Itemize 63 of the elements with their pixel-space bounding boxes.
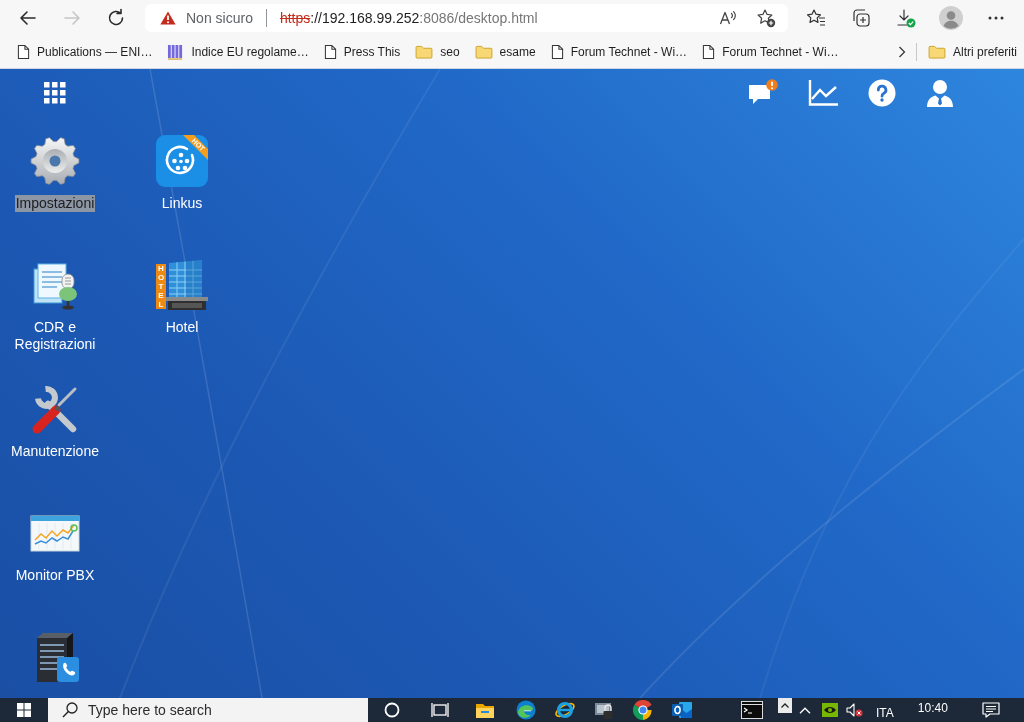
segmented-circle-icon[interactable] bbox=[632, 700, 653, 720]
bookmark-item[interactable]: Indice EU regolame… bbox=[164, 40, 312, 64]
notification-icon[interactable] bbox=[981, 702, 1000, 718]
star-plus-icon[interactable] bbox=[756, 8, 776, 28]
warning-icon bbox=[160, 11, 176, 25]
avatar-icon[interactable] bbox=[938, 6, 963, 30]
circle-icon[interactable] bbox=[384, 702, 400, 718]
chevron-up-icon[interactable] bbox=[799, 706, 811, 714]
favorites-icon[interactable] bbox=[805, 8, 826, 28]
ringed-circle-icon[interactable] bbox=[553, 700, 576, 720]
book-icon bbox=[167, 44, 185, 60]
clock-time[interactable]: 10:40 bbox=[917, 701, 948, 715]
bookmark-item[interactable]: Forum Technet - Wi… bbox=[547, 40, 691, 64]
reload-icon[interactable] bbox=[106, 8, 126, 28]
address-bar[interactable]: Non sicuro https://192.168.99.252:8086/desktop.html bbox=[145, 4, 788, 32]
building-icon[interactable] bbox=[156, 259, 208, 311]
help-icon[interactable] bbox=[868, 79, 896, 107]
app-label[interactable]: Linkus bbox=[160, 195, 204, 212]
more-icon[interactable] bbox=[987, 16, 1004, 20]
page-icon bbox=[17, 44, 30, 60]
task-view-icon[interactable] bbox=[431, 702, 449, 718]
eye-tile-icon[interactable] bbox=[822, 703, 838, 717]
chevron-right-icon[interactable] bbox=[898, 46, 906, 58]
caret-up-icon[interactable] bbox=[778, 698, 792, 713]
phone-tile-icon[interactable] bbox=[156, 135, 208, 187]
page-icon bbox=[550, 44, 564, 60]
app-grid-icon[interactable] bbox=[44, 82, 66, 104]
bookmark-item[interactable]: seo bbox=[412, 40, 463, 64]
bookmark-item[interactable]: Forum Technet - Wi… bbox=[699, 40, 842, 64]
app-label[interactable]: Hotel bbox=[164, 319, 200, 336]
taskbar-search-field[interactable]: Type here to search bbox=[48, 698, 368, 722]
windows-logo-icon[interactable] bbox=[17, 703, 31, 717]
folder-icon bbox=[474, 45, 493, 59]
back-arrow-icon[interactable] bbox=[18, 8, 38, 28]
bookmark-item[interactable]: esame bbox=[471, 40, 539, 64]
url-text: https://192.168.99.252:8086/desktop.html bbox=[279, 8, 538, 28]
page-icon bbox=[323, 44, 337, 60]
folder-icon bbox=[415, 45, 434, 59]
sign-label: HOTEL bbox=[156, 264, 166, 309]
app-label[interactable]: CDR e Registrazioni bbox=[0, 319, 110, 353]
security-warning-button[interactable]: Non sicuro bbox=[160, 7, 253, 29]
envelope-tile-icon[interactable] bbox=[671, 700, 692, 720]
search-icon bbox=[62, 702, 78, 718]
collections-icon[interactable] bbox=[850, 8, 871, 28]
user-icon[interactable] bbox=[926, 79, 954, 107]
language-indicator[interactable]: ITA bbox=[876, 706, 894, 720]
download-check-icon[interactable] bbox=[895, 8, 916, 28]
app-label[interactable]: Manutenzione bbox=[10, 443, 100, 460]
swirl-icon[interactable] bbox=[515, 700, 536, 720]
bookmark-item[interactable]: Publications — ENI… bbox=[14, 40, 156, 64]
page-icon bbox=[702, 44, 716, 60]
app-label[interactable]: Monitor PBX bbox=[14, 567, 96, 584]
chat-alert-icon[interactable] bbox=[748, 79, 778, 107]
line-chart-icon[interactable] bbox=[808, 80, 838, 106]
bookmark-item[interactable]: Press This bbox=[320, 40, 404, 64]
folder-icon bbox=[928, 45, 946, 59]
other-bookmarks-folder[interactable]: Altri preferiti bbox=[925, 40, 1020, 64]
speaker-muted-icon[interactable] bbox=[845, 703, 863, 717]
padlock-app-icon[interactable] bbox=[593, 700, 614, 720]
app-label[interactable]: Impostazioni bbox=[14, 195, 96, 212]
folder-icon[interactable] bbox=[475, 701, 495, 719]
terminal-icon[interactable] bbox=[741, 701, 763, 719]
gear-icon[interactable] bbox=[29, 135, 81, 187]
